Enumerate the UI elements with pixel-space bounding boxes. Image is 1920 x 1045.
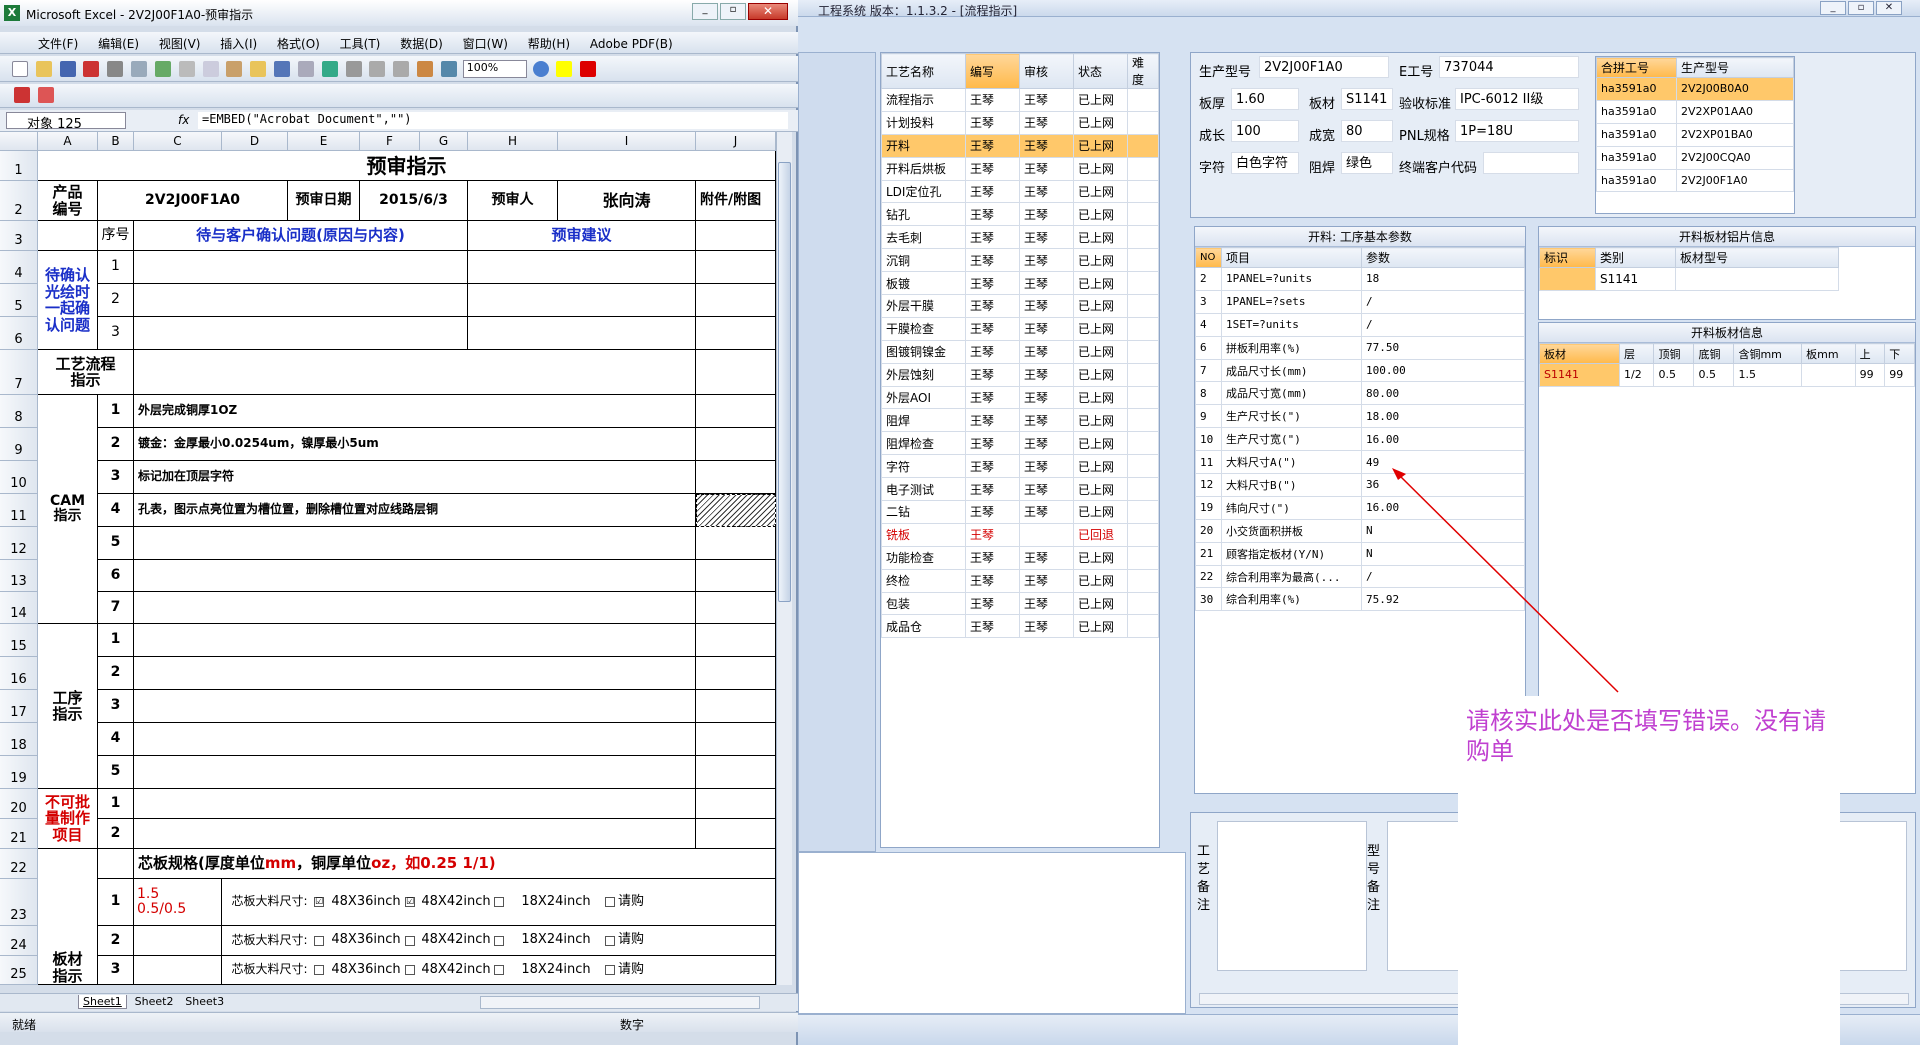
annotation-note: 请核实此处是否填写错误。没有请购单 — [1458, 696, 1840, 1045]
annotation-text: 请核实此处是否填写错误。没有请购单 — [1466, 707, 1826, 765]
